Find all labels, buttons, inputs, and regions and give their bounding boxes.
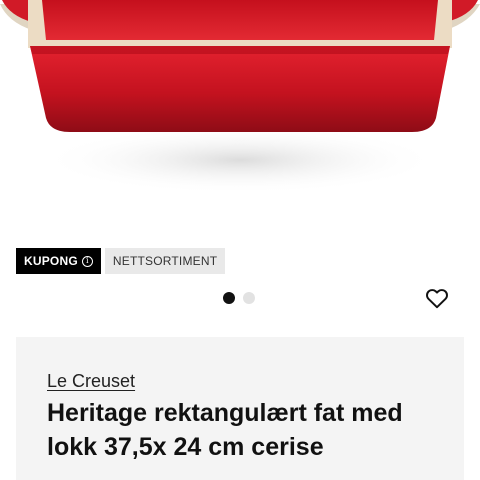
product-image[interactable]: [0, 0, 480, 232]
carousel-dots: [223, 292, 255, 304]
coupon-badge[interactable]: KUPONG i: [16, 248, 101, 274]
badge-row: KUPONG i NETTSORTIMENT: [16, 248, 226, 274]
product-info-card: Le Creuset Heritage rektangulært fat med…: [16, 337, 464, 480]
brand-link[interactable]: Le Creuset: [47, 371, 135, 392]
heart-outline-icon: [426, 289, 448, 309]
baking-dish-image: [0, 0, 480, 194]
coupon-badge-label: KUPONG: [24, 254, 78, 268]
online-range-badge-label: NETTSORTIMENT: [112, 254, 218, 268]
info-icon[interactable]: i: [81, 255, 93, 267]
carousel-dot-1[interactable]: [223, 292, 235, 304]
favorite-button[interactable]: [424, 285, 450, 311]
product-title: Heritage rektangulært fat med lokk 37,5x…: [47, 399, 403, 461]
carousel-dot-2[interactable]: [243, 292, 255, 304]
online-range-badge: NETTSORTIMENT: [104, 248, 226, 274]
